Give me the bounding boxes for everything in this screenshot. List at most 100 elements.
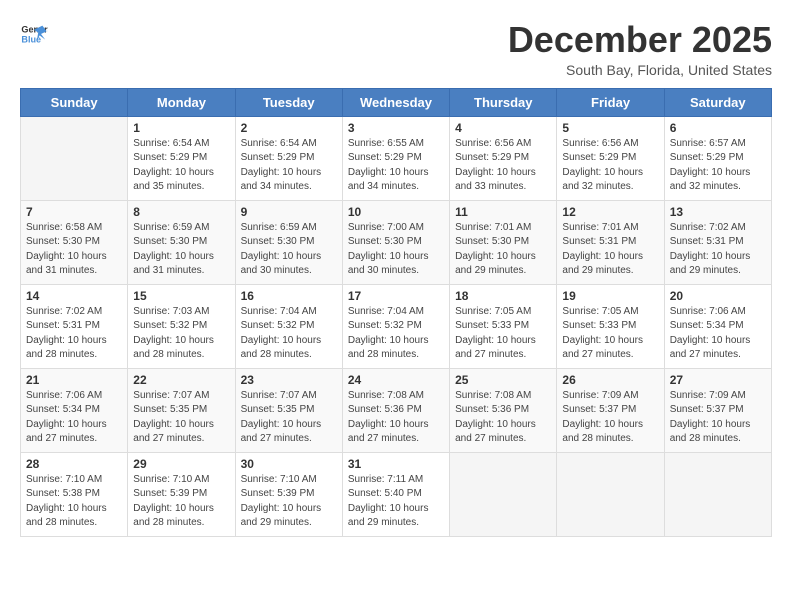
day-number: 29 [133,457,229,471]
calendar-cell: 14 Sunrise: 7:02 AM Sunset: 5:31 PM Dayli… [21,284,128,368]
calendar-week-row: 7Sunrise: 6:58 AM Sunset: 5:30 PM Daylig… [21,200,772,284]
day-number: 14 [26,289,122,303]
calendar-cell: 31 Sunrise: 7:11 AM Sunset: 5:40 PM Dayli… [342,452,449,536]
calendar-cell: 30 Sunrise: 7:10 AM Sunset: 5:39 PM Dayli… [235,452,342,536]
calendar-cell: 1Sunrise: 6:54 AM Sunset: 5:29 PM Daylig… [128,116,235,200]
calendar-cell [557,452,664,536]
day-number: 15 [133,289,229,303]
day-number: 2 [241,121,337,135]
calendar-week-row: 28Sunrise: 7:10 AM Sunset: 5:38 PM Dayli… [21,452,772,536]
day-number: 30 [241,457,337,471]
day-number: 22 [133,373,229,387]
day-number: 19 [562,289,658,303]
calendar-cell: 24 Sunrise: 7:08 AM Sunset: 5:36 PM Dayli… [342,368,449,452]
day-number: 23 [241,373,337,387]
day-number: 1 [133,121,229,135]
day-number: 9 [241,205,337,219]
calendar-cell: 25Sunrise: 7:08 AM Sunset: 5:36 PM Dayli… [450,368,557,452]
day-info: Sunrise: 6:55 AM Sunset: 5:29 PM Dayligh… [348,137,444,195]
calendar-cell: 8Sunrise: 6:59 AM Sunset: 5:30 PM Daylig… [128,200,235,284]
day-info: Sunrise: 6:58 AM Sunset: 5:30 PM Dayligh… [26,221,122,279]
day-number: 21 [26,373,122,387]
logo: General Blue [20,20,48,48]
calendar-cell: 9Sunrise: 6:59 AM Sunset: 5:30 PM Daylig… [235,200,342,284]
day-info: Sunrise: 7:02 AM Sunset: 5:31 PM Dayligh… [670,221,766,279]
day-info: Sunrise: 7:04 AM Sunset: 5:32 PM Dayligh… [241,305,337,363]
calendar-week-row: 1 Sunrise: 6:54 AM Sunset: 5:29 PM Daylig… [21,116,772,200]
day-info: Sunrise: 7:10 AM Sunset: 5:39 PM Dayligh… [241,473,337,531]
calendar-cell: 28Sunrise: 7:10 AM Sunset: 5:38 PM Dayli… [21,452,128,536]
day-number: 3 [348,121,444,135]
day-info: Sunrise: 7:11 AM Sunset: 5:40 PM Dayligh… [348,473,444,531]
calendar-cell: 26 Sunrise: 7:09 AM Sunset: 5:37 PM Dayli… [557,368,664,452]
day-number: 27 [670,373,766,387]
calendar-cell [450,452,557,536]
day-info: Sunrise: 6:54 AM Sunset: 5:29 PM Dayligh… [241,137,337,195]
day-info: Sunrise: 7:05 AM Sunset: 5:33 PM Dayligh… [455,305,551,363]
day-info: Sunrise: 7:04 AM Sunset: 5:32 PM Dayligh… [348,305,444,363]
calendar-cell [21,116,128,200]
month-title: December 2025 [508,20,772,60]
day-number: 16 [241,289,337,303]
calendar-cell: 27 Sunrise: 7:09 AM Sunset: 5:37 PM Dayli… [664,368,771,452]
day-info: Sunrise: 7:02 AM Sunset: 5:31 PM Dayligh… [26,305,122,363]
calendar-cell: 4 Sunrise: 6:56 AM Sunset: 5:29 PM Daylig… [450,116,557,200]
day-info: Sunrise: 7:07 AM Sunset: 5:35 PM Dayligh… [133,389,229,447]
day-of-week-header: Monday [128,88,235,116]
calendar-cell: 17 Sunrise: 7:04 AM Sunset: 5:32 PM Dayli… [342,284,449,368]
calendar-week-row: 21 Sunrise: 7:06 AM Sunset: 5:34 PM Dayli… [21,368,772,452]
day-info: Sunrise: 7:09 AM Sunset: 5:37 PM Dayligh… [562,389,658,447]
day-info: Sunrise: 7:06 AM Sunset: 5:34 PM Dayligh… [26,389,122,447]
day-number: 13 [670,205,766,219]
day-info: Sunrise: 6:59 AM Sunset: 5:30 PM Dayligh… [133,221,229,279]
calendar-cell: 18 Sunrise: 7:05 AM Sunset: 5:33 PM Dayli… [450,284,557,368]
day-number: 5 [562,121,658,135]
calendar-week-row: 14 Sunrise: 7:02 AM Sunset: 5:31 PM Dayli… [21,284,772,368]
day-number: 10 [348,205,444,219]
calendar-cell: 23 Sunrise: 7:07 AM Sunset: 5:35 PM Dayli… [235,368,342,452]
day-info: Sunrise: 7:06 AM Sunset: 5:34 PM Dayligh… [670,305,766,363]
day-info: Sunrise: 6:56 AM Sunset: 5:29 PM Dayligh… [562,137,658,195]
day-info: Sunrise: 7:00 AM Sunset: 5:30 PM Dayligh… [348,221,444,279]
day-info: Sunrise: 6:57 AM Sunset: 5:29 PM Dayligh… [670,137,766,195]
day-of-week-header: Tuesday [235,88,342,116]
calendar-cell: 13 Sunrise: 7:02 AM Sunset: 5:31 PM Dayli… [664,200,771,284]
day-info: Sunrise: 7:08 AM Sunset: 5:36 PM Dayligh… [348,389,444,447]
day-info: Sunrise: 6:56 AM Sunset: 5:29 PM Dayligh… [455,137,551,195]
calendar-cell [664,452,771,536]
day-number: 11 [455,205,551,219]
day-number: 25 [455,373,551,387]
day-info: Sunrise: 7:05 AM Sunset: 5:33 PM Dayligh… [562,305,658,363]
calendar-cell: 20 Sunrise: 7:06 AM Sunset: 5:34 PM Dayli… [664,284,771,368]
title-block: December 2025 South Bay, Florida, United… [508,20,772,78]
calendar-cell: 7Sunrise: 6:58 AM Sunset: 5:30 PM Daylig… [21,200,128,284]
location: South Bay, Florida, United States [508,62,772,78]
calendar-table: SundayMondayTuesdayWednesdayThursdayFrid… [20,88,772,537]
day-number: 18 [455,289,551,303]
day-number: 6 [670,121,766,135]
day-info: Sunrise: 7:09 AM Sunset: 5:37 PM Dayligh… [670,389,766,447]
day-number: 20 [670,289,766,303]
day-info: Sunrise: 7:01 AM Sunset: 5:30 PM Dayligh… [455,221,551,279]
day-number: 28 [26,457,122,471]
day-of-week-header: Wednesday [342,88,449,116]
day-info: Sunrise: 7:07 AM Sunset: 5:35 PM Dayligh… [241,389,337,447]
page-header: General Blue December 2025 South Bay, Fl… [20,20,772,78]
day-number: 24 [348,373,444,387]
day-of-week-header: Friday [557,88,664,116]
calendar-cell: 19 Sunrise: 7:05 AM Sunset: 5:33 PM Dayli… [557,284,664,368]
day-of-week-header: Saturday [664,88,771,116]
day-number: 17 [348,289,444,303]
calendar-cell: 3 Sunrise: 6:55 AM Sunset: 5:29 PM Daylig… [342,116,449,200]
calendar-cell: 12Sunrise: 7:01 AM Sunset: 5:31 PM Dayli… [557,200,664,284]
calendar-cell: 5 Sunrise: 6:56 AM Sunset: 5:29 PM Daylig… [557,116,664,200]
day-of-week-header: Thursday [450,88,557,116]
day-info: Sunrise: 7:10 AM Sunset: 5:39 PM Dayligh… [133,473,229,531]
calendar-cell: 2 Sunrise: 6:54 AM Sunset: 5:29 PM Daylig… [235,116,342,200]
day-number: 31 [348,457,444,471]
day-number: 26 [562,373,658,387]
calendar-cell: 15Sunrise: 7:03 AM Sunset: 5:32 PM Dayli… [128,284,235,368]
day-info: Sunrise: 7:01 AM Sunset: 5:31 PM Dayligh… [562,221,658,279]
logo-icon: General Blue [20,20,48,48]
day-number: 4 [455,121,551,135]
